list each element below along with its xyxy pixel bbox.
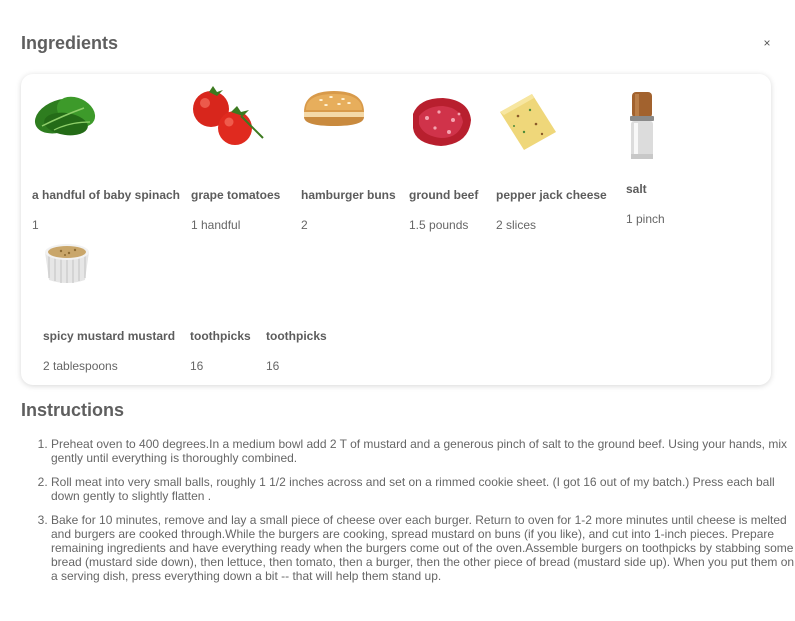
mustard-ramekin-icon: [43, 240, 123, 320]
recipe-modal: Ingredients × a handful of baby spinach …: [0, 0, 795, 621]
ground-beef-icon: [409, 94, 489, 174]
ingredient-quantity: 1 pinch: [626, 212, 665, 226]
ingredient-quantity: 1: [32, 218, 39, 232]
instruction-step: Roll meat into very small balls, roughly…: [51, 475, 795, 503]
instruction-step: Preheat oven to 400 degrees.In a medium …: [51, 437, 795, 465]
ingredient-name: hamburger buns: [301, 188, 396, 202]
ingredient-name: toothpicks: [190, 329, 251, 343]
ingredient-name: ground beef: [409, 188, 479, 202]
ingredient-quantity: 1 handful: [191, 218, 241, 232]
spinach-icon: [32, 86, 112, 166]
instructions-list: Preheat oven to 400 degrees.In a medium …: [22, 437, 795, 593]
ingredient-name: salt: [626, 182, 647, 196]
ingredient-name: grape tomatoes: [191, 188, 281, 202]
ingredient-quantity: 2 tablespoons: [43, 359, 118, 373]
cheese-icon: [496, 92, 576, 172]
ingredient-quantity: 2: [301, 218, 308, 232]
ingredient-quantity: 2 slices: [496, 218, 537, 232]
ingredient-name: pepper jack cheese: [496, 188, 607, 202]
bun-icon: [301, 88, 381, 168]
close-button[interactable]: ×: [760, 36, 774, 50]
salt-grinder-icon: [626, 92, 706, 172]
ingredients-heading: Ingredients: [21, 33, 119, 53]
ingredient-quantity: 16: [266, 359, 280, 373]
ingredient-name: spicy mustard mustard: [43, 329, 176, 343]
ingredient-quantity: 1.5 pounds: [409, 218, 469, 232]
instructions-heading: Instructions: [21, 400, 125, 420]
ingredient-quantity: 16: [190, 359, 204, 373]
ingredient-name: toothpicks: [266, 329, 327, 343]
tomatoes-icon: [191, 84, 271, 164]
ingredient-name: a handful of baby spinach: [32, 188, 181, 202]
ingredients-card: a handful of baby spinach 1 grape tomato…: [21, 74, 771, 385]
instruction-step: Bake for 10 minutes, remove and lay a sm…: [51, 513, 795, 583]
